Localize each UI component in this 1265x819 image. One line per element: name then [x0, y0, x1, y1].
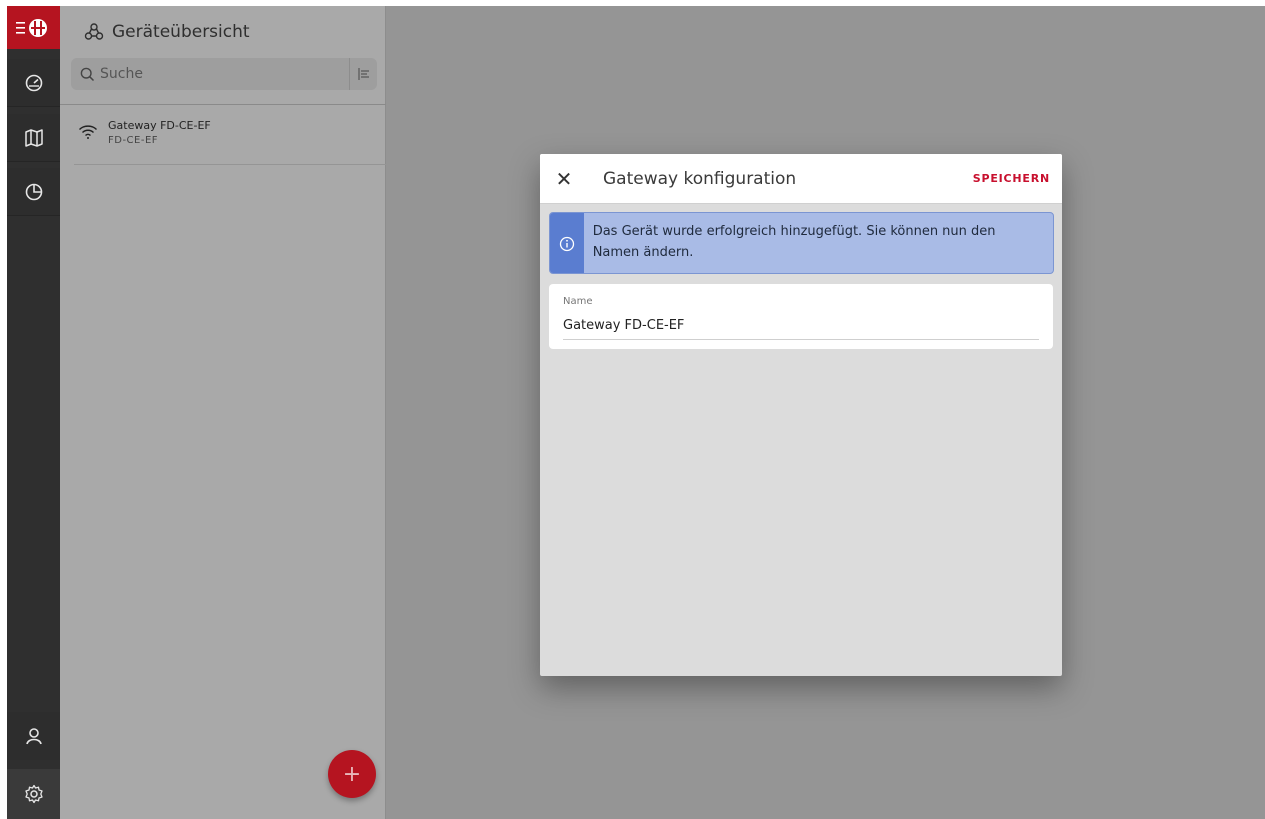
search-input[interactable] — [100, 66, 340, 82]
info-message: Das Gerät wurde erfolgreich hinzugefügt.… — [592, 224, 996, 260]
search-icon — [80, 67, 95, 81]
sidebar-item-map[interactable] — [7, 114, 60, 162]
dialog-title: Gateway konfiguration — [603, 168, 797, 189]
device-list-item[interactable]: Gateway FD-CE-EF FD-CE-EF — [74, 105, 386, 165]
filter-button[interactable] — [349, 58, 377, 90]
map-icon — [24, 128, 43, 147]
user-icon — [25, 728, 42, 745]
save-button[interactable]: SPEICHERN — [973, 172, 1050, 185]
sidebar-item-settings[interactable] — [7, 769, 60, 819]
wifi-icon — [78, 124, 102, 144]
name-field: Name — [549, 284, 1053, 349]
sidebar — [7, 6, 65, 819]
filter-icon — [357, 68, 369, 80]
device-name: Gateway FD-CE-EF — [108, 119, 211, 132]
add-device-button[interactable]: + — [328, 750, 376, 798]
info-strip — [550, 213, 584, 273]
sidebar-item-dashboard[interactable] — [7, 59, 60, 107]
app-frame: Geräteübersicht Suche Gateway FD-CE-EF F… — [7, 6, 1265, 819]
panel-header: Geräteübersicht — [60, 6, 386, 58]
name-input[interactable] — [563, 312, 1039, 340]
devices-icon — [84, 23, 104, 40]
dashboard-gauge-icon — [25, 74, 42, 91]
sidebar-item-statistics[interactable] — [7, 168, 60, 216]
device-panel: Geräteübersicht Suche Gateway FD-CE-EF F… — [60, 6, 386, 819]
menu-icon — [16, 18, 47, 37]
gateway-config-dialog: ✕ Gateway konfiguration SPEICHERN Das Ge… — [540, 154, 1062, 676]
dialog-header: ✕ Gateway konfiguration SPEICHERN — [540, 154, 1062, 204]
close-button[interactable]: ✕ — [540, 154, 588, 204]
menu-logo-button[interactable] — [7, 6, 65, 49]
sidebar-item-profile[interactable] — [7, 712, 60, 760]
name-field-label: Name — [563, 296, 593, 307]
search-bar — [71, 58, 377, 90]
info-icon — [559, 236, 574, 252]
panel-title: Geräteübersicht — [112, 22, 250, 42]
settings-gear-icon — [24, 784, 43, 804]
pie-chart-icon — [25, 183, 42, 200]
device-id: FD-CE-EF — [108, 135, 159, 146]
info-banner: Das Gerät wurde erfolgreich hinzugefügt.… — [549, 212, 1054, 274]
